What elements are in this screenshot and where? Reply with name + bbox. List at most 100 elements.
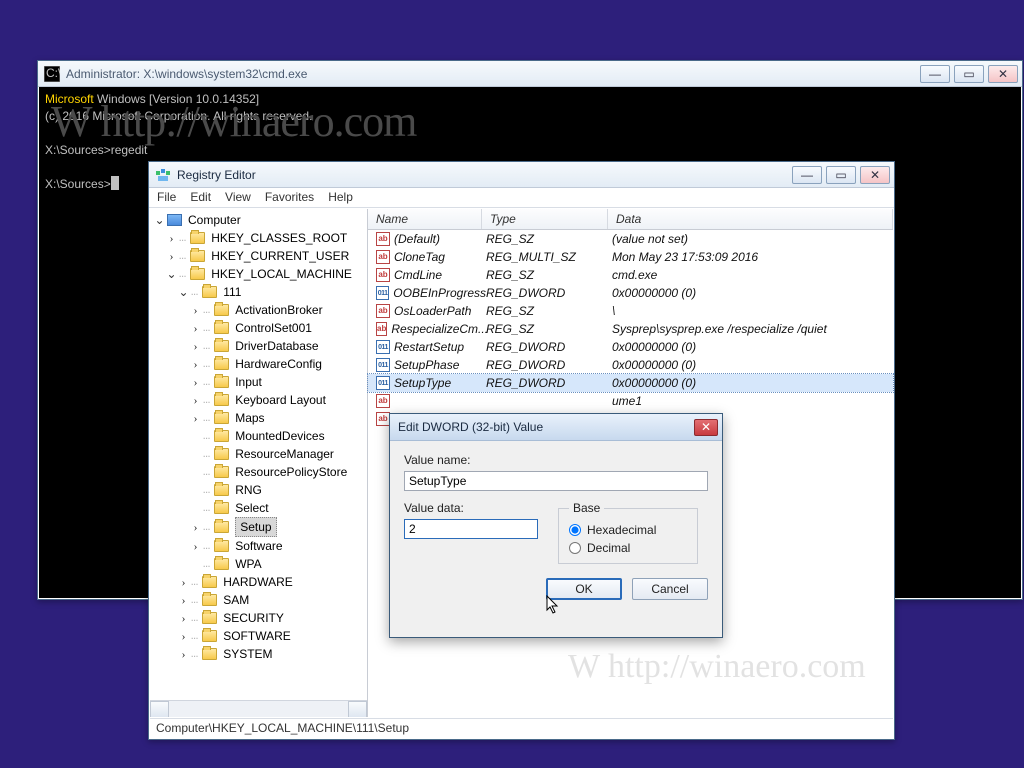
col-type[interactable]: Type [482,209,608,229]
value-name: OsLoaderPath [394,304,471,318]
value-type: REG_DWORD [486,286,612,300]
tree-node[interactable]: Setup [235,517,276,537]
list-row[interactable]: abCmdLineREG_SZcmd.exe [368,266,893,284]
tree-twisty-icon[interactable]: ⌄ [154,211,165,229]
close-button[interactable]: ✕ [988,65,1018,83]
list-row[interactable]: ab(Default)REG_SZ(value not set) [368,230,893,248]
reg-01-icon: 011 [376,286,389,300]
tree-node[interactable]: 111 [223,283,241,301]
value-data: 0x00000000 (0) [612,286,893,300]
tree-node[interactable]: HKEY_CLASSES_ROOT [211,229,347,247]
reg-ab-icon: ab [376,412,390,426]
dialog-close-button[interactable]: ✕ [694,419,718,436]
reg-01-icon: 011 [376,376,390,390]
col-name[interactable]: Name [368,209,482,229]
tree-twisty-icon[interactable]: › [178,573,189,591]
tree-twisty-icon[interactable]: › [178,591,189,609]
menu-favorites[interactable]: Favorites [265,190,314,205]
radio-hexadecimal[interactable]: Hexadecimal [569,523,687,537]
tree-twisty-icon[interactable]: › [166,229,177,247]
reg-ab-icon: ab [376,304,390,318]
dialog-titlebar[interactable]: Edit DWORD (32-bit) Value ✕ [390,414,722,441]
menu-help[interactable]: Help [328,190,353,205]
tree-node[interactable]: DriverDatabase [235,337,318,355]
tree-twisty-icon[interactable]: › [178,609,189,627]
tree-twisty-icon[interactable]: › [190,355,201,373]
list-row[interactable]: 011RestartSetupREG_DWORD0x00000000 (0) [368,338,893,356]
list-row[interactable]: 011OOBEInProgressREG_DWORD0x00000000 (0) [368,284,893,302]
menu-file[interactable]: File [157,190,176,205]
menu-edit[interactable]: Edit [190,190,211,205]
tree-twisty-icon[interactable]: › [190,518,201,536]
tree-node[interactable]: HardwareConfig [235,355,322,373]
folder-icon [214,304,229,316]
value-data-field[interactable] [404,519,538,539]
list-row[interactable]: 011SetupPhaseREG_DWORD0x00000000 (0) [368,356,893,374]
list-row[interactable]: abRespecializeCm...REG_SZSysprep\sysprep… [368,320,893,338]
tree-node[interactable]: ResourcePolicyStore [235,463,347,481]
tree-node[interactable]: Keyboard Layout [235,391,326,409]
tree-twisty-icon[interactable]: ⌄ [166,265,177,283]
cmd-titlebar[interactable]: C:\ Administrator: X:\windows\system32\c… [38,61,1022,87]
tree-node[interactable]: HARDWARE [223,573,293,591]
tree-twisty-icon[interactable]: › [178,627,189,645]
tree-node-computer[interactable]: Computer [188,211,241,229]
minimize-button[interactable]: — [792,166,822,184]
tree-node[interactable]: SOFTWARE [223,627,291,645]
list-row[interactable]: abOsLoaderPathREG_SZ\ [368,302,893,320]
tree-node[interactable]: Select [235,499,268,517]
tree-node[interactable]: Software [235,537,282,555]
value-name: CloneTag [394,250,445,264]
cmd-prompt: X:\Sources> [45,177,111,191]
value-data: Mon May 23 17:53:09 2016 [612,250,893,264]
tree-node[interactable]: HKEY_CURRENT_USER [211,247,349,265]
tree-twisty-icon[interactable]: › [190,373,201,391]
tree-twisty-icon[interactable]: › [190,409,201,427]
folder-icon [190,232,205,244]
maximize-button[interactable]: ▭ [954,65,984,83]
reg-ab-icon: ab [376,394,390,408]
col-data[interactable]: Data [608,209,893,229]
maximize-button[interactable]: ▭ [826,166,856,184]
minimize-button[interactable]: — [920,65,950,83]
tree-twisty-icon[interactable]: › [190,319,201,337]
folder-icon [214,412,229,424]
tree-twisty-icon[interactable]: ⌄ [178,283,189,301]
ok-button[interactable]: OK [546,578,622,600]
close-button[interactable]: ✕ [860,166,890,184]
value-name: RespecializeCm... [391,322,488,336]
regedit-titlebar[interactable]: Registry Editor — ▭ ✕ [149,162,894,188]
tree-twisty-icon[interactable]: › [178,645,189,663]
tree-twisty-icon[interactable]: › [166,247,177,265]
list-row[interactable]: abume1 [368,392,893,410]
tree-node[interactable]: ActivationBroker [235,301,322,319]
menu-view[interactable]: View [225,190,251,205]
tree-twisty-icon[interactable]: › [190,301,201,319]
radio-decimal[interactable]: Decimal [569,541,687,555]
radio-hex-input[interactable] [569,524,581,536]
value-name-field[interactable] [404,471,708,491]
tree-twisty-icon[interactable]: › [190,391,201,409]
value-type: REG_DWORD [486,376,612,390]
tree-node[interactable]: ControlSet001 [235,319,312,337]
tree-horizontal-scrollbar[interactable] [150,700,367,717]
tree-node[interactable]: WPA [235,555,261,573]
registry-tree[interactable]: ⌄Computer ›…HKEY_CLASSES_ROOT ›…HKEY_CUR… [150,209,368,717]
tree-node[interactable]: SAM [223,591,249,609]
value-type: REG_SZ [486,322,612,336]
tree-node[interactable]: SECURITY [223,609,284,627]
cancel-button[interactable]: Cancel [632,578,708,600]
tree-node[interactable]: Input [235,373,262,391]
list-header[interactable]: Name Type Data [368,209,893,230]
tree-node[interactable]: SYSTEM [223,645,272,663]
list-row[interactable]: 011SetupTypeREG_DWORD0x00000000 (0) [368,374,893,392]
tree-node[interactable]: Maps [235,409,264,427]
radio-dec-input[interactable] [569,542,581,554]
tree-node[interactable]: MountedDevices [235,427,324,445]
tree-node[interactable]: HKEY_LOCAL_MACHINE [211,265,352,283]
tree-node[interactable]: RNG [235,481,262,499]
tree-twisty-icon[interactable]: › [190,537,201,555]
list-row[interactable]: abCloneTagREG_MULTI_SZMon May 23 17:53:0… [368,248,893,266]
tree-node[interactable]: ResourceManager [235,445,334,463]
tree-twisty-icon[interactable]: › [190,337,201,355]
